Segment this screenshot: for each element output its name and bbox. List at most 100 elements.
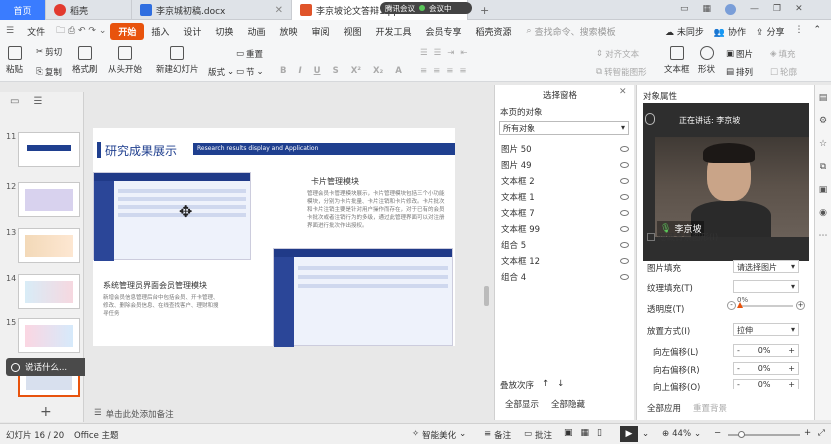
eye-icon[interactable] [620, 177, 629, 184]
shape-button[interactable]: 形状 [698, 46, 715, 75]
user-avatar-icon[interactable] [725, 4, 737, 15]
slide-thumbnail[interactable] [18, 182, 80, 217]
restore-icon[interactable]: ❐ [773, 4, 781, 15]
tab-docx[interactable]: 李京城初稿.docx ✕ [132, 0, 292, 20]
align-center-icon[interactable]: ≡ [433, 66, 440, 76]
hide-all-button[interactable]: 全部隐藏 [551, 398, 585, 410]
properties-icon[interactable]: ▤ [819, 93, 828, 103]
italic-icon[interactable]: I [298, 66, 301, 76]
align-buttons[interactable]: ≡ ≡ ≡ ≡ [420, 66, 467, 76]
slide-thumbnail[interactable] [18, 274, 80, 309]
menu-docer-resources[interactable]: 稻壳资源 [469, 25, 519, 38]
object-row[interactable]: 文本框 99 [501, 221, 629, 236]
zoom-control[interactable]: ⊕ 44% ⌄ [662, 429, 701, 439]
arrange-button[interactable]: ▤ 排列 [726, 66, 753, 78]
zoom-out-icon[interactable]: − [714, 428, 721, 438]
zoom-slider[interactable] [728, 431, 800, 438]
eye-icon[interactable] [620, 193, 629, 200]
reading-view-icon[interactable]: ▯ [597, 428, 602, 438]
outline-view-icon[interactable]: ☰ [33, 96, 42, 107]
tab-home[interactable]: 首页 [0, 0, 46, 20]
cut-button[interactable]: ✂ 剪切 [36, 46, 62, 58]
canvas-scrollbar[interactable] [484, 286, 489, 306]
reset-button[interactable]: ▭ 重置 [236, 48, 263, 60]
new-slide-button[interactable]: 新建幻灯片 [156, 46, 199, 75]
eye-icon[interactable] [620, 257, 629, 264]
section-button[interactable]: ▭ 节 ⌄ [236, 66, 264, 78]
notes-button[interactable]: ≡ 备注 [484, 429, 511, 441]
object-row[interactable]: 组合 4 [501, 269, 629, 284]
slide-thumbnail[interactable] [18, 228, 80, 263]
menu-animation[interactable]: 动画 [240, 25, 272, 38]
eye-icon[interactable] [620, 225, 629, 232]
layout-button[interactable]: 版式 ⌄ [208, 66, 234, 78]
collapse-ribbon-icon[interactable]: ⌃ [813, 25, 821, 38]
card-module-title[interactable]: 卡片管理模块 [311, 176, 359, 187]
increase-icon[interactable]: + [796, 301, 805, 310]
more-icon[interactable]: ⋯ [819, 231, 828, 241]
object-row[interactable]: 图片 49 [501, 157, 629, 172]
font-style-buttons[interactable]: B I U S X² X₂ A [280, 66, 402, 76]
hide-bg-checkbox[interactable]: 隐藏背景图形(I) [647, 231, 718, 243]
window-layout-icon[interactable]: ▭ [680, 4, 689, 15]
zoom-in-icon[interactable]: + [804, 428, 811, 438]
copy-icon[interactable]: ⧉ [820, 162, 826, 172]
unsync-button[interactable]: ☁ 未同步 [665, 25, 704, 38]
eye-icon[interactable] [620, 273, 629, 280]
eye-icon[interactable] [620, 241, 629, 248]
add-slide-icon[interactable]: + [40, 404, 52, 420]
screenshot-image[interactable] [93, 172, 251, 261]
comments-button[interactable]: ▭ 批注 [524, 429, 552, 441]
superscript-icon[interactable]: X² [351, 66, 361, 76]
hamburger-icon[interactable]: ☰ [0, 26, 20, 36]
from-start-button[interactable]: 从头开始 [108, 46, 142, 75]
sys-module-title[interactable]: 系统管理员界面会员管理模块 [103, 280, 207, 291]
justify-icon[interactable]: ≡ [459, 66, 466, 76]
decrease-icon[interactable]: - [727, 301, 736, 310]
sorter-view-icon[interactable]: ▦ [581, 428, 590, 438]
menu-slideshow[interactable]: 放映 [272, 25, 304, 38]
image-icon[interactable]: ▣ [819, 185, 828, 195]
menu-insert[interactable]: 插入 [144, 25, 176, 38]
textbox-button[interactable]: 文本框 [664, 46, 690, 75]
object-row[interactable]: 文本框 2 [501, 173, 629, 188]
tab-docer[interactable]: 稻壳 [46, 0, 132, 20]
menu-transition[interactable]: 切换 [208, 25, 240, 38]
close-pane-icon[interactable]: ✕ [619, 87, 627, 97]
menu-view[interactable]: 视图 [336, 25, 368, 38]
numbered-list-icon[interactable]: ☰ [434, 48, 442, 58]
smart-beautify-button[interactable]: ✧ 智能美化 ⌄ [412, 429, 466, 441]
star-icon[interactable]: ☆ [819, 139, 827, 149]
show-all-button[interactable]: 全部显示 [505, 398, 539, 410]
slide-title[interactable]: 研究成果展示 [105, 142, 177, 159]
normal-view-icon[interactable]: ▣ [564, 428, 573, 438]
menu-start[interactable]: 开始 [110, 22, 145, 40]
strike-icon[interactable]: S [333, 66, 339, 76]
notes-area[interactable]: ☰ 单击此处添加备注 [94, 408, 174, 420]
stretch-dropdown[interactable]: 拉伸 ▾ [733, 323, 799, 336]
object-row[interactable]: 组合 5 [501, 237, 629, 252]
close-window-icon[interactable]: ✕ [795, 4, 803, 15]
bold-icon[interactable]: B [280, 66, 286, 76]
sys-module-desc[interactable]: 新增会员信息管理后台中包括会员、开卡管理、修改、删除会员信息、在线查找客户、理财… [103, 294, 223, 318]
quick-access-icons[interactable]: 🗀 ⎙ ↶ ↷ ⌄ [52, 23, 110, 39]
picture-fill-dropdown[interactable]: 请选择图片 ▾ [733, 260, 799, 273]
list-buttons[interactable]: ☰ ☰ ⇥ ⇤ [420, 48, 468, 58]
slide-thumbnail[interactable] [18, 318, 80, 353]
bullet-list-icon[interactable]: ☰ [420, 48, 428, 58]
copy-button[interactable]: ⎘ 复制 [36, 66, 62, 78]
close-tab-icon[interactable]: ✕ [275, 5, 283, 16]
align-left-icon[interactable]: ≡ [420, 66, 427, 76]
texture-fill-dropdown[interactable]: ▾ [733, 280, 799, 293]
offset-up-input[interactable]: -0% + [733, 379, 799, 389]
play-options-icon[interactable]: ⌄ [642, 429, 649, 439]
fit-window-icon[interactable]: ⤢ [818, 428, 825, 438]
move-up-icon[interactable]: ↑ [542, 379, 549, 391]
search-box[interactable]: ⌕ 查找命令、搜索模板 [527, 25, 616, 38]
play-slideshow-button[interactable]: ▶ [620, 426, 638, 442]
more-icon[interactable]: ⋮ [794, 25, 803, 38]
object-row[interactable]: 文本框 12 [501, 253, 629, 268]
settings-icon[interactable]: ⚙ [819, 116, 827, 126]
fill-button[interactable]: ◈ 填充 [770, 48, 796, 60]
offset-left-input[interactable]: -0% + [733, 344, 799, 357]
